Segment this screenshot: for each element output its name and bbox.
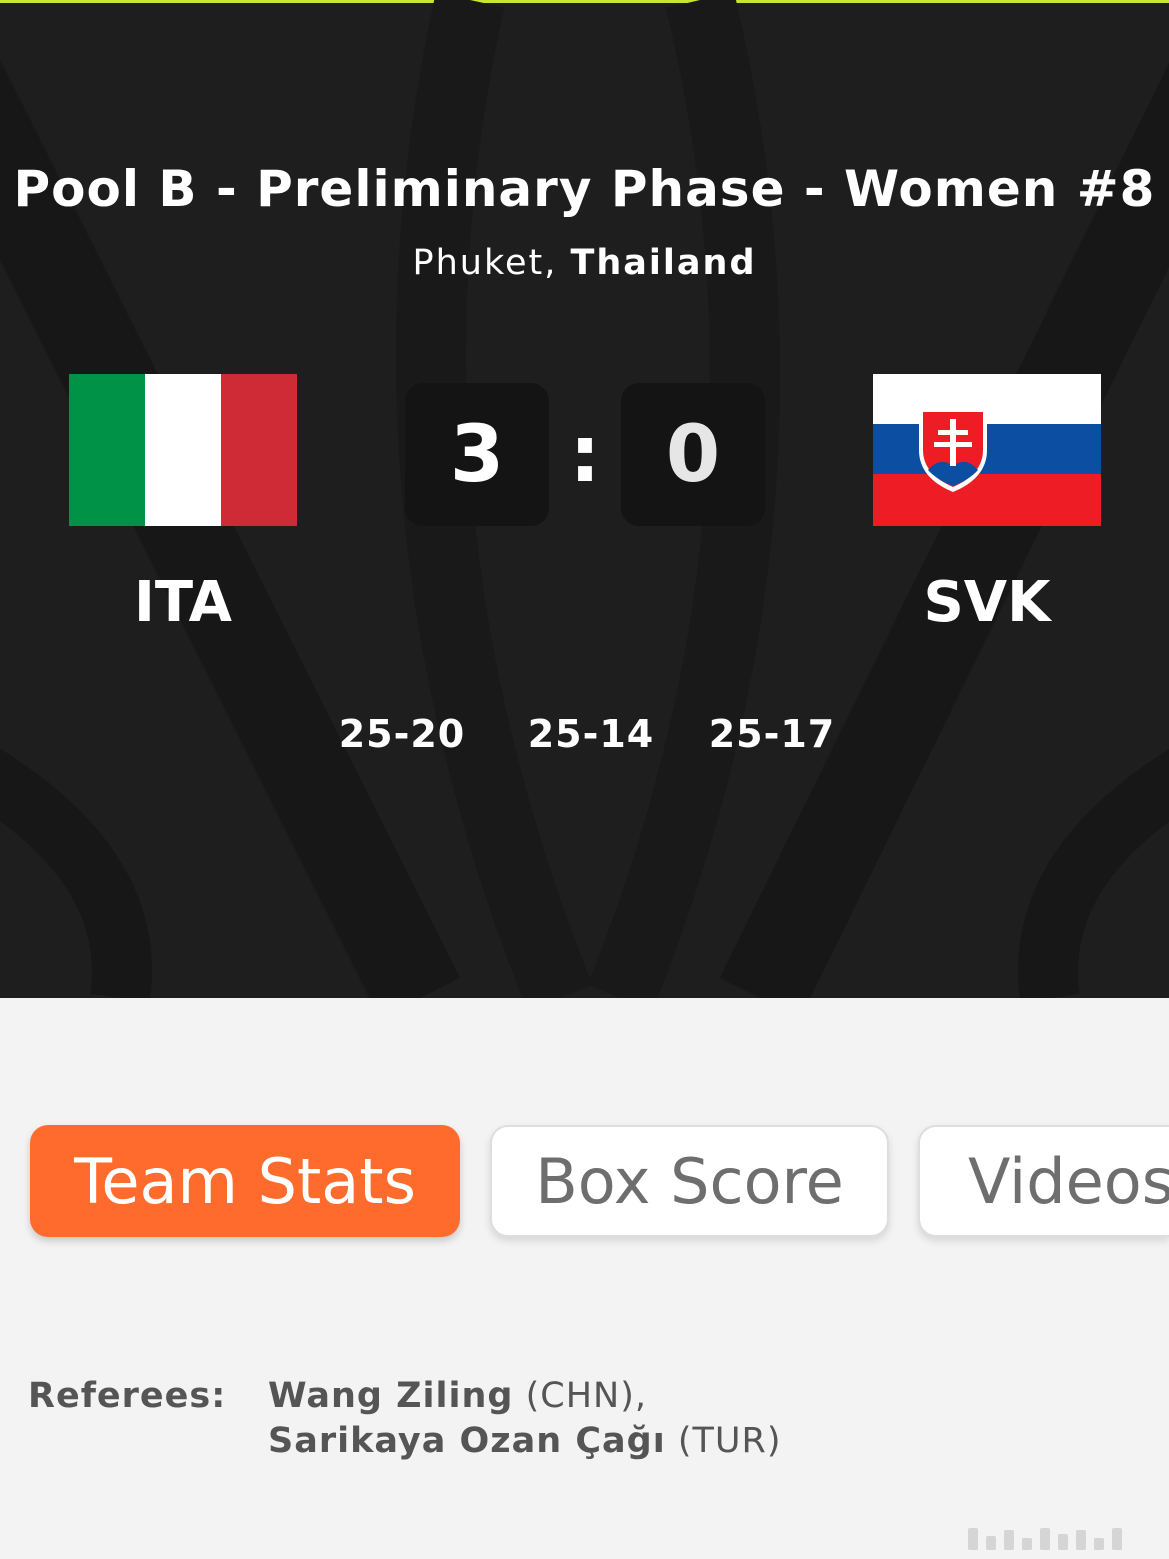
- referee-entry: Wang Ziling (CHN),: [268, 1376, 647, 1416]
- referees-label: Referees:: [28, 1376, 227, 1416]
- home-team-code[interactable]: ITA: [69, 570, 297, 635]
- tab-team-stats[interactable]: Team Stats: [30, 1125, 460, 1237]
- away-score: 0: [621, 383, 765, 526]
- score-separator: :: [569, 409, 601, 500]
- slovakia-flag-icon[interactable]: [873, 374, 1101, 526]
- set-score-2: 25-14: [527, 712, 655, 756]
- referee-country: (TUR): [677, 1421, 782, 1461]
- tab-videos[interactable]: Videos: [918, 1125, 1169, 1237]
- location-country: Thailand: [570, 243, 757, 283]
- set-score-1: 25-20: [338, 712, 466, 756]
- match-title: Pool B - Preliminary Phase - Women #8: [13, 160, 1156, 218]
- home-score: 3: [405, 383, 549, 526]
- referee-name: Sarikaya Ozan Çağı: [268, 1421, 666, 1461]
- set-score-3: 25-17: [708, 712, 836, 756]
- italy-flag-icon[interactable]: [69, 374, 297, 526]
- away-team-code[interactable]: SVK: [873, 570, 1101, 635]
- match-header: Pool B - Preliminary Phase - Women #8 Ph…: [0, 0, 1169, 998]
- location-city: Phuket,: [412, 243, 558, 283]
- tab-box-score[interactable]: Box Score: [490, 1125, 889, 1237]
- watermark: [968, 1524, 1158, 1550]
- match-location: Phuket, Thailand: [0, 243, 1169, 283]
- referee-country: (CHN),: [525, 1376, 647, 1416]
- referee-name: Wang Ziling: [268, 1376, 514, 1416]
- referee-entry: Sarikaya Ozan Çağı (TUR): [268, 1421, 782, 1461]
